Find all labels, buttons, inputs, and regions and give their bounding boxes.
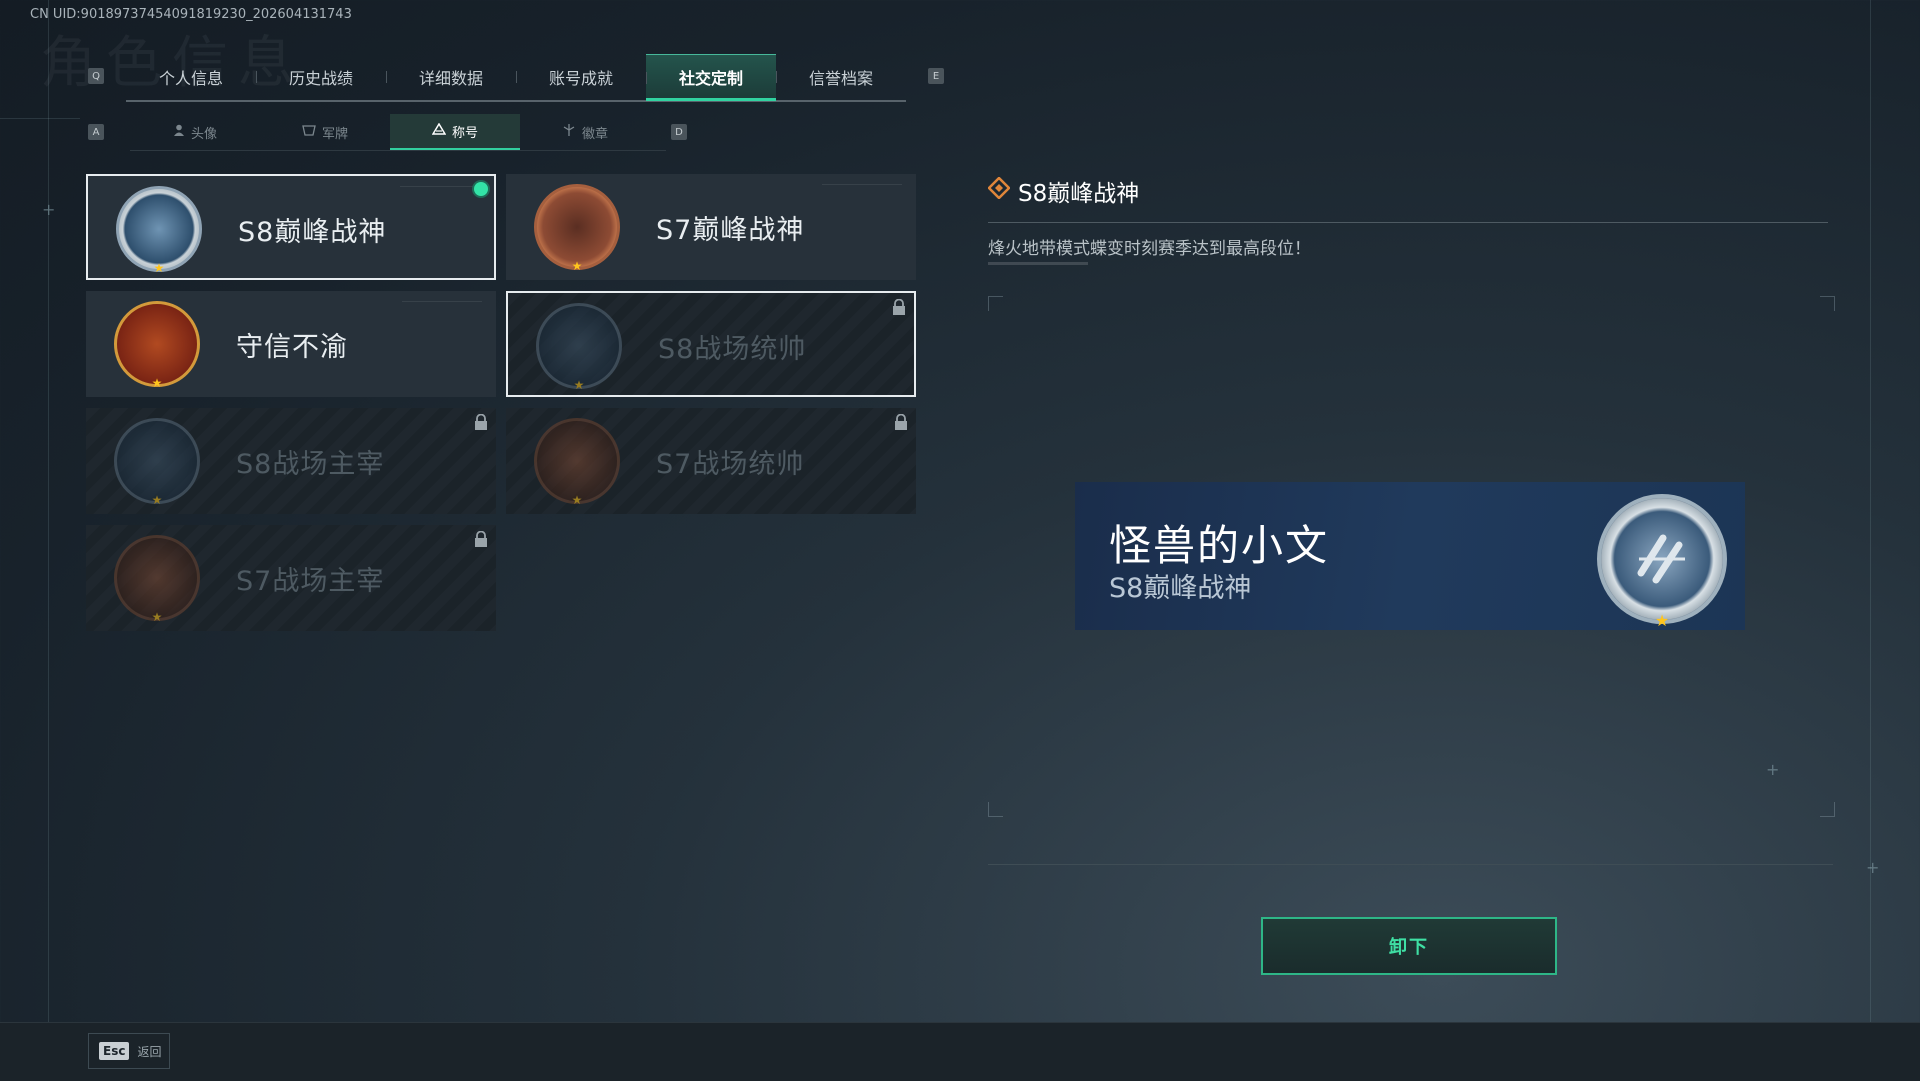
blue-wreath-badge-icon: ★ <box>1597 494 1727 630</box>
title-icon <box>431 122 447 139</box>
frame-corner <box>1820 802 1835 817</box>
title-card-label: S8战场统帅 <box>658 334 807 365</box>
card-decoration <box>400 186 480 187</box>
lock-icon <box>894 413 908 435</box>
title-preview-banner: 怪兽的小文 S8巅峰战神 ★ <box>1075 482 1745 630</box>
subtab-avatar[interactable]: 头像 <box>130 114 260 150</box>
divider <box>988 864 1833 865</box>
star-icon: ★ <box>1654 611 1670 630</box>
sub-tab-bar: 头像 军牌 称号 徽章 <box>130 114 666 151</box>
frame-corner <box>1820 296 1835 311</box>
tab-detailed-data[interactable]: 详细数据 <box>386 54 516 100</box>
title-card-label: S7战场主宰 <box>236 566 385 597</box>
player-uid: CN UID:9018973745409181923​0_20260413174… <box>30 7 352 22</box>
title-card-label: 守信不渝 <box>236 332 348 363</box>
crosshair-icon: + <box>1766 760 1780 779</box>
scales-badge-icon: ★ <box>114 301 200 390</box>
title-card[interactable]: ★ S7巅峰战神 <box>506 174 916 280</box>
lock-icon <box>474 530 488 552</box>
star-icon: ★ <box>151 610 163 624</box>
lock-icon <box>474 413 488 435</box>
title-card-label: S7战场统帅 <box>656 449 805 480</box>
star-icon: ★ <box>151 376 163 390</box>
title-card[interactable]: ★ S8巅峰战神 <box>86 174 496 280</box>
soldier-badge-icon: ★ <box>114 535 200 624</box>
title-card-label: S7巅峰战神 <box>656 215 805 246</box>
tank-badge-icon: ★ <box>536 303 622 392</box>
dogtag-icon <box>302 124 316 140</box>
detail-title: S8巅峰战神 <box>1018 181 1140 207</box>
tab-personal-info[interactable]: 个人信息 <box>126 54 256 100</box>
person-icon <box>173 124 185 140</box>
back-button[interactable]: Esc 返回 <box>88 1033 170 1069</box>
title-card[interactable]: ★ S8战场主宰 <box>86 408 496 514</box>
star-icon: ★ <box>151 493 163 507</box>
tab-social-custom[interactable]: 社交定制 <box>646 54 776 101</box>
star-icon: ★ <box>571 493 583 507</box>
title-card[interactable]: ★ 守信不渝 <box>86 291 496 397</box>
star-icon: ★ <box>153 261 165 275</box>
bronze-gun-badge-icon: ★ <box>534 184 620 273</box>
subtab-label: 军牌 <box>321 126 348 142</box>
star-icon: ★ <box>571 259 583 273</box>
building-badge-icon: ★ <box>114 418 200 507</box>
frame-corner <box>988 802 1003 817</box>
tab-achievements[interactable]: 账号成就 <box>516 54 646 100</box>
vehicle-badge-icon: ★ <box>534 418 620 507</box>
tab-history[interactable]: 历史战绩 <box>256 54 386 100</box>
subtab-label: 头像 <box>190 126 217 142</box>
subtab-label: 称号 <box>451 125 478 141</box>
divider <box>988 222 1828 223</box>
title-card[interactable]: ★ S8战场统帅 <box>506 291 916 397</box>
tab-prev-key[interactable]: Q <box>88 68 104 84</box>
crosshair-icon: + <box>42 200 56 219</box>
subtab-title[interactable]: 称号 <box>390 114 520 150</box>
frame-corner <box>988 296 1003 311</box>
title-card-label: S8战场主宰 <box>236 449 385 480</box>
detail-description: 烽火地带模式蝶变时刻赛季达到最高段位！ <box>988 239 1311 259</box>
subtab-dogtag[interactable]: 军牌 <box>260 114 390 150</box>
emblem-icon <box>562 124 576 140</box>
lock-icon <box>892 298 906 320</box>
tab-next-key[interactable]: E <box>928 68 944 84</box>
grid-line <box>0 118 80 119</box>
main-tab-bar: 个人信息 历史战绩 详细数据 账号成就 社交定制 信誉档案 <box>126 54 906 102</box>
back-label: 返回 <box>137 1044 162 1059</box>
star-icon: ★ <box>573 378 585 392</box>
detail-underline <box>988 262 1088 265</box>
blue-wreath-badge-icon: ★ <box>116 186 202 275</box>
esc-key: Esc <box>99 1042 130 1060</box>
grid-line <box>48 0 49 1022</box>
subtab-prev-key[interactable]: A <box>88 124 104 140</box>
title-card[interactable]: ★ S7战场统帅 <box>506 408 916 514</box>
title-card-label: S8巅峰战神 <box>238 217 387 248</box>
title-card[interactable]: ★ S7战场主宰 <box>86 525 496 631</box>
subtab-next-key[interactable]: D <box>671 124 687 140</box>
player-name: 怪兽的小文 <box>1109 521 1330 570</box>
subtab-emblem[interactable]: 徽章 <box>520 114 650 150</box>
card-decoration <box>402 301 482 302</box>
bottom-bar <box>0 1022 1920 1081</box>
unequip-button[interactable]: 卸下 <box>1261 917 1557 975</box>
diamond-icon <box>987 176 1011 205</box>
banner-title: S8巅峰战神 <box>1109 573 1252 604</box>
detail-header: S8巅峰战神 <box>987 174 1140 208</box>
subtab-label: 徽章 <box>581 126 608 142</box>
crosshair-icon: + <box>1866 858 1880 877</box>
equipped-indicator-icon <box>474 182 488 196</box>
tab-credit-file[interactable]: 信誉档案 <box>776 54 906 100</box>
card-decoration <box>822 184 902 185</box>
